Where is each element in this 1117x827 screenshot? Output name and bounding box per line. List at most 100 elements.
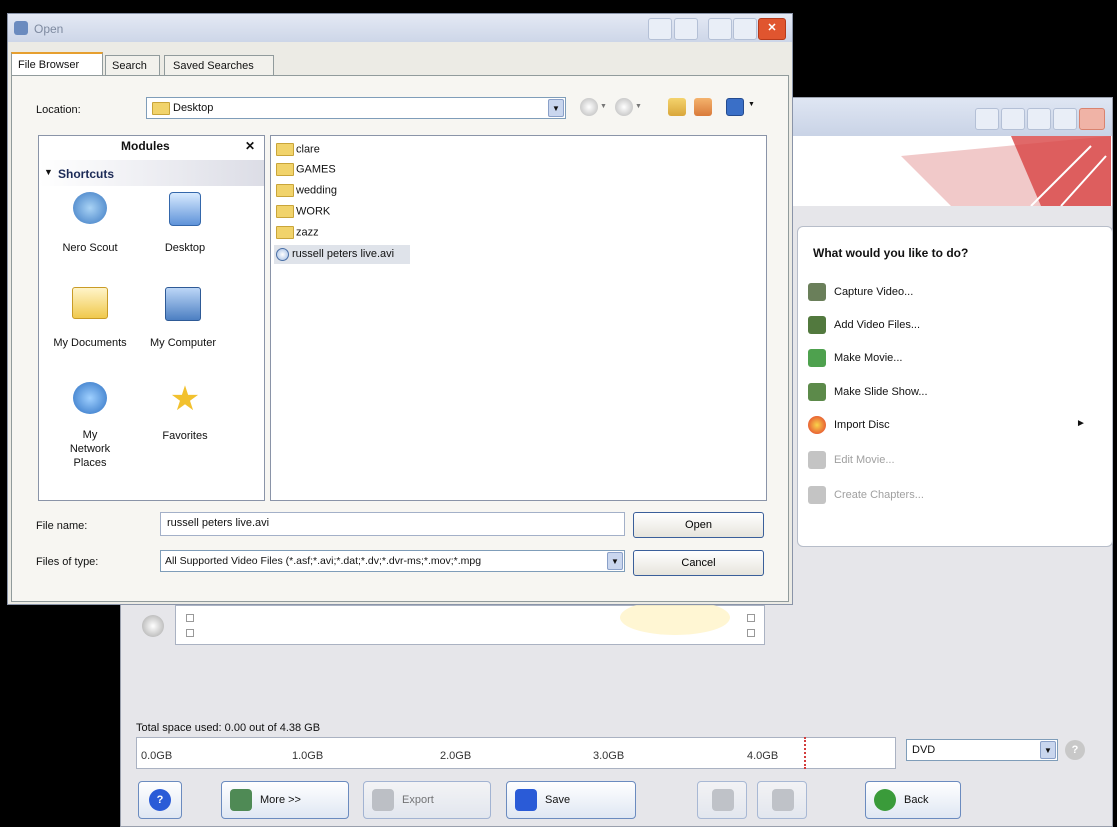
undo-button (697, 781, 747, 819)
location-combo[interactable]: Desktop ▼ (146, 97, 566, 119)
list-item[interactable]: clare (276, 143, 320, 156)
maximize-button[interactable] (1053, 108, 1077, 130)
up-folder-icon[interactable] (668, 98, 686, 116)
nero-scout-icon (73, 192, 107, 224)
shortcut-favorites[interactable]: ★ Favorites (140, 382, 230, 454)
banner-graphic (901, 136, 1111, 206)
make-movie-action[interactable]: Make Movie... (808, 349, 1008, 369)
forward-nav-icon[interactable] (615, 98, 633, 116)
list-item[interactable]: WORK (276, 205, 330, 218)
folder-icon (276, 205, 294, 218)
my-computer-icon (165, 287, 201, 321)
view-dropdown-icon[interactable]: ▼ (748, 101, 755, 108)
checkbox-icon[interactable] (747, 629, 755, 637)
shortcut-my-computer[interactable]: My Computer (138, 287, 228, 359)
file-name-input[interactable]: russell peters live.avi (160, 512, 625, 536)
folder-icon (276, 226, 294, 239)
restore-button[interactable] (1001, 108, 1025, 130)
folder-icon (276, 184, 294, 197)
edit-movie-icon (808, 451, 826, 469)
minimize-button-2[interactable] (708, 18, 732, 40)
app-icon (14, 21, 28, 35)
shortcut-nero-scout[interactable]: Nero Scout (45, 192, 135, 264)
edit-movie-action: Edit Movie... (808, 451, 1008, 471)
shortcuts-header[interactable]: ▼ Shortcuts (39, 160, 264, 186)
redo-icon (772, 789, 794, 811)
view-menu-icon[interactable] (726, 98, 744, 116)
action-panel-title: What would you like to do? (813, 246, 969, 260)
shortcut-desktop[interactable]: Desktop (140, 192, 230, 264)
more-button[interactable]: More >> (221, 781, 349, 819)
open-button[interactable]: Open (633, 512, 764, 538)
back-nav-icon[interactable] (580, 98, 598, 116)
video-file-icon (276, 248, 289, 261)
file-list[interactable] (270, 135, 767, 501)
maximize-button[interactable] (733, 18, 757, 40)
help-icon: ? (149, 789, 171, 811)
undo-icon (712, 789, 734, 811)
disc-type-select[interactable]: DVD ▼ (906, 739, 1058, 761)
ruler-label: 1.0GB (292, 750, 324, 762)
make-slide-show-action[interactable]: Make Slide Show... (808, 383, 1008, 403)
desktop-icon (169, 192, 201, 226)
help-small-icon[interactable]: ? (1065, 740, 1085, 760)
capture-video-action[interactable]: Capture Video... (808, 283, 1008, 303)
ruler-label: 4.0GB (747, 750, 779, 762)
modules-title: Modules (121, 139, 170, 153)
more-icon (230, 789, 252, 811)
checkbox-icon[interactable] (747, 614, 755, 622)
add-video-icon (808, 316, 826, 334)
capture-video-icon (808, 283, 826, 301)
close-button[interactable] (1079, 108, 1105, 130)
back-button[interactable]: Back (865, 781, 961, 819)
save-button[interactable]: Save (506, 781, 636, 819)
cancel-button[interactable]: Cancel (633, 550, 764, 576)
capacity-limit-marker (804, 737, 806, 769)
chevron-down-icon[interactable]: ▼ (548, 99, 564, 117)
create-chapters-icon (808, 486, 826, 504)
list-item[interactable]: zazz (276, 226, 319, 239)
collapse-icon: ▼ (44, 167, 53, 177)
folder-icon (152, 102, 170, 115)
minimize-button-2[interactable] (1027, 108, 1051, 130)
my-documents-icon (72, 287, 108, 319)
tab-search[interactable]: Search (105, 55, 160, 76)
file-type-label: Files of type: (36, 556, 99, 568)
make-movie-icon (808, 349, 826, 367)
tab-file-browser[interactable]: File Browser (11, 52, 103, 76)
list-item-selected[interactable]: russell peters live.avi (274, 245, 410, 264)
close-modules-icon[interactable]: ✕ (245, 139, 255, 153)
help-button[interactable] (648, 18, 672, 40)
new-folder-icon[interactable] (694, 98, 712, 116)
shortcut-my-documents[interactable]: My Documents (42, 287, 138, 359)
close-icon: ✕ (767, 22, 777, 34)
back-dropdown-icon[interactable]: ▼ (600, 103, 607, 110)
minimize-button[interactable] (975, 108, 999, 130)
space-used-label: Total space used: 0.00 out of 4.38 GB (136, 722, 321, 734)
minimize-button[interactable] (674, 18, 698, 40)
list-item[interactable]: GAMES (276, 163, 336, 176)
folder-icon (276, 143, 294, 156)
tab-saved-searches[interactable]: Saved Searches (164, 55, 274, 76)
dialog-title: Open (34, 22, 64, 36)
disc-icon[interactable] (142, 615, 164, 637)
checkbox-icon[interactable] (186, 614, 194, 622)
add-video-files-action[interactable]: Add Video Files... (808, 316, 1008, 336)
import-disc-action[interactable]: Import Disc ► (808, 416, 1088, 436)
favorites-icon: ★ (169, 380, 201, 418)
network-places-icon (73, 382, 107, 414)
redo-button (757, 781, 807, 819)
back-arrow-icon (874, 789, 896, 811)
close-button[interactable]: ✕ (758, 18, 786, 40)
create-chapters-action: Create Chapters... (808, 486, 1008, 506)
forward-dropdown-icon[interactable]: ▼ (635, 103, 642, 110)
import-disc-icon (808, 416, 826, 434)
export-button: Export (363, 781, 491, 819)
chevron-down-icon[interactable]: ▼ (607, 552, 623, 570)
list-item[interactable]: wedding (276, 184, 337, 197)
checkbox-icon[interactable] (186, 629, 194, 637)
file-type-select[interactable]: All Supported Video Files (*.asf;*.avi;*… (160, 550, 625, 572)
help-button[interactable]: ? (138, 781, 182, 819)
chevron-down-icon[interactable]: ▼ (1040, 741, 1056, 759)
shortcut-network-places[interactable]: My Network Places (45, 382, 135, 472)
